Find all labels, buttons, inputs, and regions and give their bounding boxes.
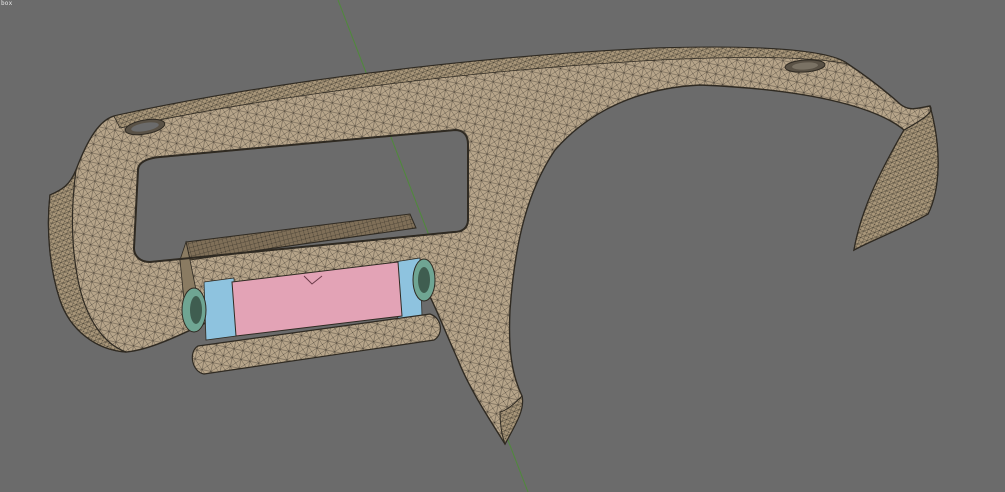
right-round-vent-inner bbox=[418, 267, 430, 293]
glovebox-left-bracket bbox=[203, 277, 237, 341]
dashboard-right-endcap[interactable] bbox=[853, 105, 939, 252]
viewport-scene[interactable] bbox=[0, 0, 1005, 492]
left-round-vent-inner bbox=[190, 296, 202, 324]
3d-viewport[interactable]: box bbox=[0, 0, 1005, 492]
